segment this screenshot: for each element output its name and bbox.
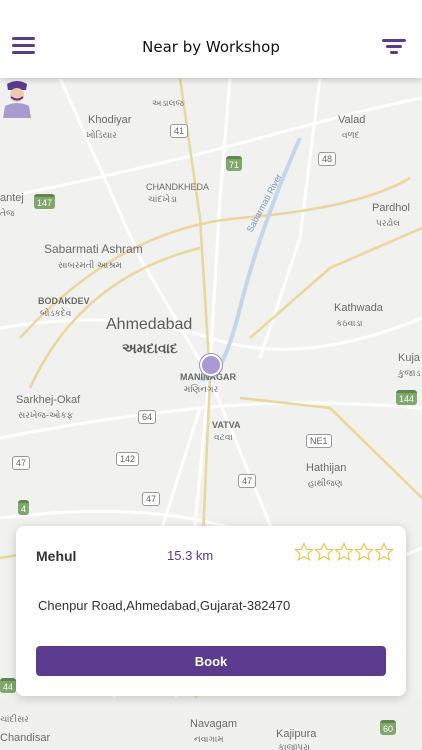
map-label: ખોડિયાર: [86, 130, 117, 140]
road-shield: 71: [226, 156, 243, 171]
page-title: Near by Workshop: [142, 38, 280, 56]
map-label: Kathwada: [334, 302, 383, 314]
mechanic-marker-icon[interactable]: [0, 78, 34, 118]
map-label: કઠવાડા: [336, 318, 363, 328]
map-label: તેજ: [0, 208, 15, 218]
map-label: Chandisar: [0, 732, 51, 744]
road-shield: 47: [238, 474, 257, 488]
road-shield: 147: [34, 194, 56, 209]
map-label: સરખેજ-ઓકફ: [18, 410, 74, 420]
app-header: Near by Workshop: [0, 0, 422, 78]
star-icon[interactable]: [374, 542, 394, 562]
road-shield: 47: [12, 456, 31, 470]
filter-icon[interactable]: [382, 39, 408, 55]
map-label: બોડકદેવ: [40, 308, 72, 318]
current-location-icon[interactable]: [200, 354, 222, 376]
workshop-address: Chenpur Road,Ahmedabad,Gujarat-382470: [38, 598, 291, 613]
road-shield: 44: [0, 678, 17, 693]
road-shield: 4: [18, 500, 30, 515]
map-label: કાજીપુરા: [278, 742, 310, 750]
map-label: ચાંદીસર: [0, 714, 29, 724]
star-icon[interactable]: [354, 542, 374, 562]
map-label: Khodiyar: [88, 114, 132, 126]
road-shield: 47: [142, 492, 161, 506]
map-label: VATVA: [212, 420, 241, 430]
map-label: Sabarmati Ashram: [44, 242, 143, 256]
map-label: વળદ: [342, 130, 360, 140]
road-shield: 144: [396, 390, 418, 405]
map-label: ચાંદખેડા: [148, 194, 177, 204]
road-shield: NE1: [306, 434, 332, 448]
map-label: Sarkhej-Okaf: [16, 394, 81, 406]
workshop-distance: 15.3 km: [167, 548, 214, 563]
map-label: Kuja: [398, 352, 421, 364]
map-label: સાબરમતી આશ્રમ: [58, 260, 122, 270]
map-label: અડાલજ: [152, 98, 184, 108]
city-label: Ahmedabad: [106, 316, 193, 333]
road-shield: 60: [380, 720, 397, 735]
road-shield: 142: [116, 452, 140, 466]
map-label: Hathijan: [306, 462, 347, 474]
map-label: કુજાડ: [398, 368, 421, 378]
city-label: અમદાવાદ: [122, 340, 178, 356]
workshop-name: Mehul: [36, 548, 77, 564]
map-label: CHANDKHEDA: [146, 182, 210, 192]
road-shield: 64: [138, 410, 157, 424]
map-label: Pardhol: [372, 202, 410, 214]
map-label: પરઢોલ: [376, 218, 401, 228]
map-label: Valad: [338, 114, 366, 126]
map-label: હાથીજણ: [308, 478, 343, 488]
rating-stars: [294, 542, 394, 562]
road-shield: 41: [170, 124, 189, 138]
map-label: antej: [0, 192, 24, 204]
road-shield: 48: [318, 152, 337, 166]
map-label: વટવા: [214, 432, 233, 442]
star-icon[interactable]: [314, 542, 334, 562]
star-icon[interactable]: [334, 542, 354, 562]
map-label: નવાગામ: [194, 734, 224, 744]
map-label: BODAKDEV: [38, 296, 90, 306]
map-label: મણિનગર: [184, 384, 219, 394]
workshop-card: Mehul 15.3 km Chenpur Road,Ahmedabad,Guj…: [16, 526, 406, 696]
map-label: Navagam: [190, 718, 238, 730]
book-button[interactable]: Book: [36, 646, 386, 676]
star-icon[interactable]: [294, 542, 314, 562]
map-label: Kajipura: [276, 728, 317, 740]
